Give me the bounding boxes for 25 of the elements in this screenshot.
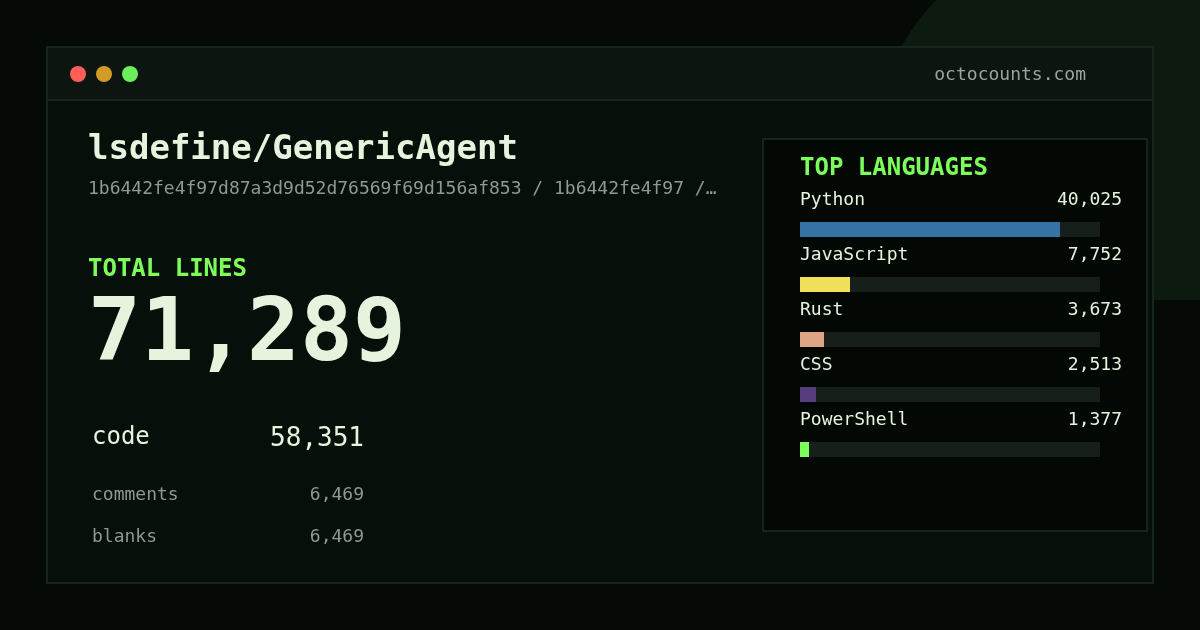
language-name: Python [800, 188, 866, 210]
commit-path: 1b6442fe4f97d87a3d9d52d76569f69d156af853 / 1b6442fe4f97 /… [88, 177, 718, 198]
repo-name: lsdefine/GenericAgent [88, 127, 519, 167]
language-name: JavaScript [800, 243, 909, 265]
total-lines-label: TOTAL LINES [88, 254, 248, 282]
minimize-dot-icon[interactable] [96, 65, 112, 82]
stat-label: comments [92, 483, 179, 504]
close-dot-icon[interactable] [70, 65, 86, 82]
language-name: CSS [800, 353, 833, 375]
line-count: 2,513 [1067, 353, 1122, 375]
stat-value: 58,351 [270, 422, 364, 454]
stat-value: 6,469 [309, 525, 364, 546]
line-count: 40,025 [1056, 188, 1122, 210]
total-lines-value: 71,289 [88, 282, 407, 378]
stat-value: 6,469 [309, 483, 364, 504]
domain-text: octocounts.com [934, 63, 1086, 84]
line-count: 7,752 [1067, 243, 1122, 265]
language-name: Rust [800, 298, 844, 320]
stat-label: blanks [92, 525, 158, 546]
language-name: PowerShell [800, 408, 909, 430]
panel-title: TOP LANGUAGES [800, 152, 989, 182]
stat-label: code [92, 422, 150, 452]
line-count: 1,377 [1067, 408, 1122, 430]
maximize-dot-icon[interactable] [122, 65, 138, 82]
line-count: 3,673 [1067, 298, 1122, 320]
